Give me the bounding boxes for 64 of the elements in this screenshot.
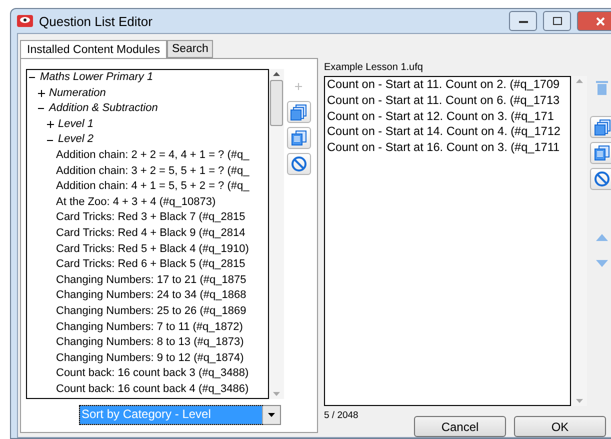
tree-item[interactable]: Card Tricks: Red 6 + Black 5 (#q_2815 — [27, 257, 268, 273]
tree-folder[interactable]: Level 1 — [27, 116, 268, 132]
scrollbar[interactable] — [268, 69, 284, 399]
caret-icon — [268, 413, 274, 417]
copy-all-button[interactable] — [590, 116, 611, 138]
tree-item[interactable]: Count back: 16 count back 4 (#q_3486) — [27, 382, 268, 398]
lesson-title: Example Lesson 1.ufq — [324, 62, 424, 75]
copy-button[interactable] — [286, 127, 311, 149]
no-sign-icon — [290, 156, 307, 172]
expand-icon[interactable] — [38, 90, 45, 97]
tree-folder[interactable]: Maths Lower Primary 1 — [27, 70, 268, 86]
tree-item[interactable]: Addition chain: 2 + 2 = 4, 4 + 1 = ? (#q_ — [27, 148, 268, 164]
minimize-icon — [518, 20, 528, 22]
lesson-item[interactable]: Count on - Start at 12. Count on 3. (#q_171 — [325, 108, 570, 124]
up-arrow-icon — [596, 234, 608, 240]
no-sign-icon — [594, 171, 610, 187]
tree-item[interactable]: Changing Numbers: 24 to 34 (#q_1868 — [27, 288, 268, 304]
lesson-item[interactable]: Count on - Start at 11. Count on 2. (#q_1709 — [325, 77, 570, 93]
tree-item[interactable]: Count back: 16 count back 3 (#q_3488) — [27, 366, 268, 382]
tree-item[interactable]: Changing Numbers: 17 to 21 (#q_1875 — [27, 272, 268, 288]
clear-button[interactable] — [286, 153, 311, 175]
copy-page-icon — [594, 145, 610, 161]
minimize-button[interactable] — [509, 11, 537, 31]
tree-item[interactable]: Changing Numbers: 25 to 26 (#q_1869 — [27, 304, 268, 320]
question-count: 5 / 2048 — [324, 410, 360, 421]
copy-all-button[interactable] — [286, 101, 311, 123]
plus-icon — [295, 82, 302, 90]
lesson-list[interactable] — [324, 76, 571, 406]
close-icon — [596, 16, 604, 26]
tree-folder[interactable]: Addition & Subtraction — [27, 101, 268, 117]
tree-folder[interactable]: Numeration — [27, 86, 268, 102]
clear-button[interactable] — [590, 168, 611, 190]
app-logo-icon — [17, 13, 33, 29]
close-button[interactable] — [577, 11, 611, 31]
maximize-button[interactable] — [543, 11, 571, 31]
tree-folder[interactable]: Level 2 — [27, 132, 268, 148]
down-arrow-icon — [596, 260, 608, 266]
tree-item[interactable]: At the Zoo: 4 + 3 + 4 (#q_10873) — [27, 194, 268, 210]
tree-item[interactable]: Card Tricks: Red 4 + Black 9 (#q_2814 — [27, 226, 268, 242]
copy-pages-icon — [594, 118, 610, 136]
tab[interactable]: Installed Content Modules — [20, 40, 167, 59]
copy-pages-icon — [290, 104, 308, 120]
trash-icon — [596, 80, 608, 94]
dialog-button[interactable]: Cancel — [414, 416, 506, 437]
tree-item[interactable]: Addition chain: 3 + 2 = 5, 5 + 1 = ? (#q_ — [27, 164, 268, 180]
copy-button[interactable] — [590, 142, 611, 164]
tree-item[interactable]: Changing Numbers: 9 to 12 (#q_1874) — [27, 350, 268, 366]
scroll-thumb[interactable] — [270, 80, 283, 126]
dialog-button[interactable]: OK — [514, 416, 606, 437]
maximize-icon — [552, 17, 562, 25]
scroll-up-icon[interactable] — [272, 72, 280, 76]
lesson-item[interactable]: Count on - Start at 11. Count on 6. (#q_1713 — [325, 92, 570, 109]
tree-item[interactable]: Changing Numbers: 7 to 11 (#q_1872) — [27, 320, 268, 336]
lesson-item[interactable]: Count on - Start at 14. Count on 4. (#q_1712 — [325, 124, 570, 140]
window-title: Question List Editor — [39, 14, 154, 28]
lesson-item[interactable]: Count on - Start at 16. Count on 3. (#q_1711 — [325, 140, 570, 156]
tab[interactable]: Search — [166, 40, 214, 58]
tree-item[interactable]: Card Tricks: Red 3 + Black 7 (#q_2815 — [27, 210, 268, 226]
tree-item[interactable]: Changing Numbers: 8 to 13 (#q_1873) — [27, 335, 268, 351]
expand-icon[interactable] — [47, 121, 54, 128]
tree-item[interactable]: Card Tricks: Red 5 + Black 4 (#q_1910) — [27, 242, 268, 258]
module-tree[interactable] — [26, 69, 269, 399]
copy-page-icon — [290, 130, 307, 146]
tree-item[interactable]: Addition chain: 4 + 1 = 5, 5 + 2 = ? (#q_ — [27, 179, 268, 195]
